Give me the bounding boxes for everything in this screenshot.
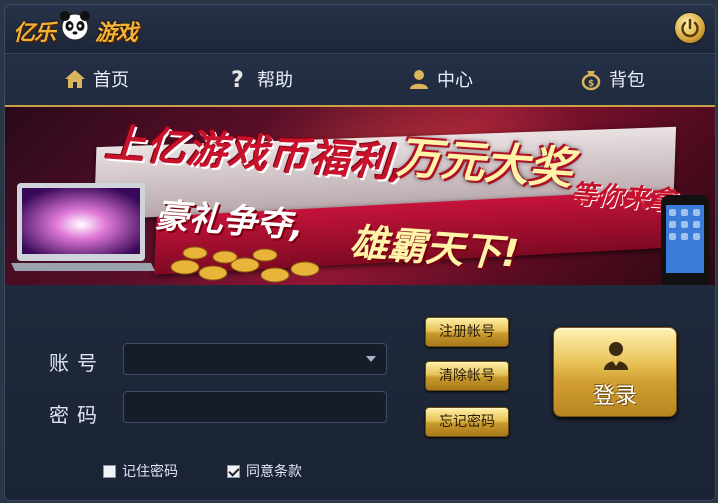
user-avatar-icon: [604, 342, 628, 370]
nav-label-help: 帮助: [257, 70, 293, 91]
remember-password-checkbox[interactable]: 记住密码: [103, 461, 178, 481]
nav-label-center: 中心: [437, 70, 473, 91]
remember-password-label: 记住密码: [122, 464, 178, 480]
user-center-icon: [410, 70, 428, 89]
clear-account-button[interactable]: 清除帐号: [425, 361, 509, 391]
agree-terms-checkbox[interactable]: 同意条款: [227, 461, 302, 481]
power-icon: [681, 18, 699, 38]
banner-headline-1-highlight: 万元大奖: [395, 131, 575, 196]
logo-text-left: 亿乐: [13, 21, 56, 46]
password-input[interactable]: [123, 391, 387, 423]
nav-label-home: 首页: [93, 70, 129, 91]
agree-terms-label: 同意条款: [246, 464, 302, 480]
nav-item-bag[interactable]: $ 背包: [579, 64, 645, 94]
chevron-down-icon[interactable]: [366, 356, 376, 362]
app-logo: 亿乐 游戏: [13, 11, 138, 49]
nav-item-home[interactable]: 首页: [63, 64, 129, 94]
login-window: 亿乐 游戏 首页 ? 帮助 中心 $ 背包 上亿游戏币福利, 万元大奖 等你来拿…: [4, 4, 716, 501]
register-account-button[interactable]: 注册帐号: [425, 317, 509, 347]
nav-item-center[interactable]: 中心: [407, 64, 473, 94]
power-button[interactable]: [675, 13, 705, 43]
home-icon: [65, 70, 85, 88]
help-icon: ?: [231, 68, 244, 91]
remember-password-box[interactable]: [103, 464, 116, 478]
logo-text-right: 游戏: [95, 21, 138, 46]
login-button[interactable]: 登录: [553, 327, 677, 417]
account-input[interactable]: [123, 343, 387, 375]
account-label: 账号: [49, 351, 105, 375]
nav-item-help[interactable]: ? 帮助: [227, 64, 293, 94]
bag-icon: $: [581, 71, 601, 91]
login-button-label: 登录: [592, 384, 637, 409]
svg-text:?: ?: [231, 68, 244, 91]
panda-icon: [60, 11, 91, 41]
coins-image: [170, 246, 320, 283]
svg-text:$: $: [588, 79, 594, 89]
laptop-image: [11, 183, 155, 271]
nav-label-bag: 背包: [609, 70, 645, 91]
nav-bar: 首页 ? 帮助 中心 $ 背包: [5, 53, 715, 106]
login-form: 账号 密码 注册帐号 清除帐号 忘记密码 登录 记住密码 同意条款: [5, 285, 715, 500]
forgot-password-button[interactable]: 忘记密码: [425, 407, 509, 437]
phone-image: [661, 195, 709, 285]
password-label: 密码: [49, 403, 105, 427]
title-bar: 亿乐 游戏: [5, 5, 715, 53]
promo-banner[interactable]: 上亿游戏币福利, 万元大奖 等你来拿 豪礼争夺, 雄霸天下!: [5, 105, 715, 287]
agree-terms-box[interactable]: [227, 464, 240, 478]
